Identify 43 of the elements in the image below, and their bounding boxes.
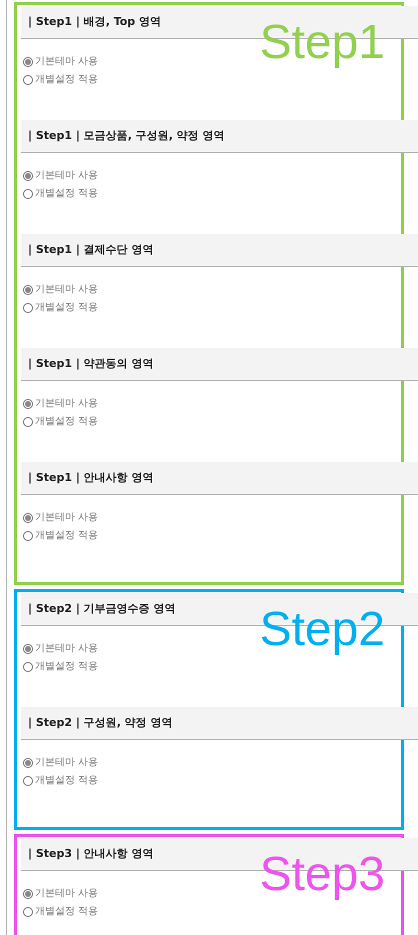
radio-option[interactable]: 개별설정 적용 [23,904,98,919]
radio-button[interactable] [23,530,33,540]
radio-button[interactable] [23,662,33,672]
step-label: Step2 [260,606,385,654]
step-label: Step1 [260,19,385,67]
radio-button[interactable] [23,416,33,426]
radio-option[interactable]: 기본테마 사용 [23,886,98,901]
radio-option[interactable]: 개별설정 적용 [23,72,98,87]
radio-option[interactable]: 기본테마 사용 [23,168,98,183]
section-title: | Step2 | 기부금영수증 영역 [28,600,176,617]
radio-option[interactable]: 개별설정 적용 [23,659,98,674]
section-title: | Step3 | 안내사항 영역 [28,846,154,862]
radio-button[interactable] [23,188,33,198]
section-title: | Step1 | 안내사항 영역 [28,470,154,486]
radio-option[interactable]: 개별설정 적용 [23,773,98,788]
radio-button[interactable] [23,284,33,294]
radio-button[interactable] [23,74,33,84]
section-title: | Step1 | 모금상품, 구성원, 약정 영역 [28,128,225,144]
radio-option[interactable]: 개별설정 적용 [23,186,98,201]
radio-button[interactable] [23,758,33,768]
radio-option[interactable]: 기본테마 사용 [23,510,98,525]
radio-button[interactable] [23,302,33,312]
radio-option[interactable]: 기본테마 사용 [23,282,98,297]
radio-option[interactable]: 기본테마 사용 [23,641,98,656]
radio-button[interactable] [23,888,33,898]
radio-button[interactable] [23,644,33,654]
radio-option[interactable]: 기본테마 사용 [23,755,98,770]
radio-button[interactable] [23,398,33,408]
radio-button[interactable] [23,170,33,180]
radio-option[interactable]: 기본테마 사용 [23,54,98,69]
radio-option[interactable]: 기본테마 사용 [23,396,98,411]
section-title: | Step1 | 배경, Top 영역 [28,14,162,30]
radio-button[interactable] [23,906,33,916]
radio-option[interactable]: 개별설정 적용 [23,414,98,429]
radio-button[interactable] [23,56,33,66]
step-label: Step3 [260,851,385,899]
radio-option[interactable]: 개별설정 적용 [23,528,98,543]
radio-option[interactable]: 개별설정 적용 [23,300,98,315]
section-title: | Step2 | 구성원, 약정 영역 [28,714,173,731]
radio-button[interactable] [23,776,33,786]
radio-button[interactable] [23,512,33,522]
section-title: | Step1 | 결제수단 영역 [28,242,154,258]
section-title: | Step1 | 약관동의 영역 [28,356,154,372]
